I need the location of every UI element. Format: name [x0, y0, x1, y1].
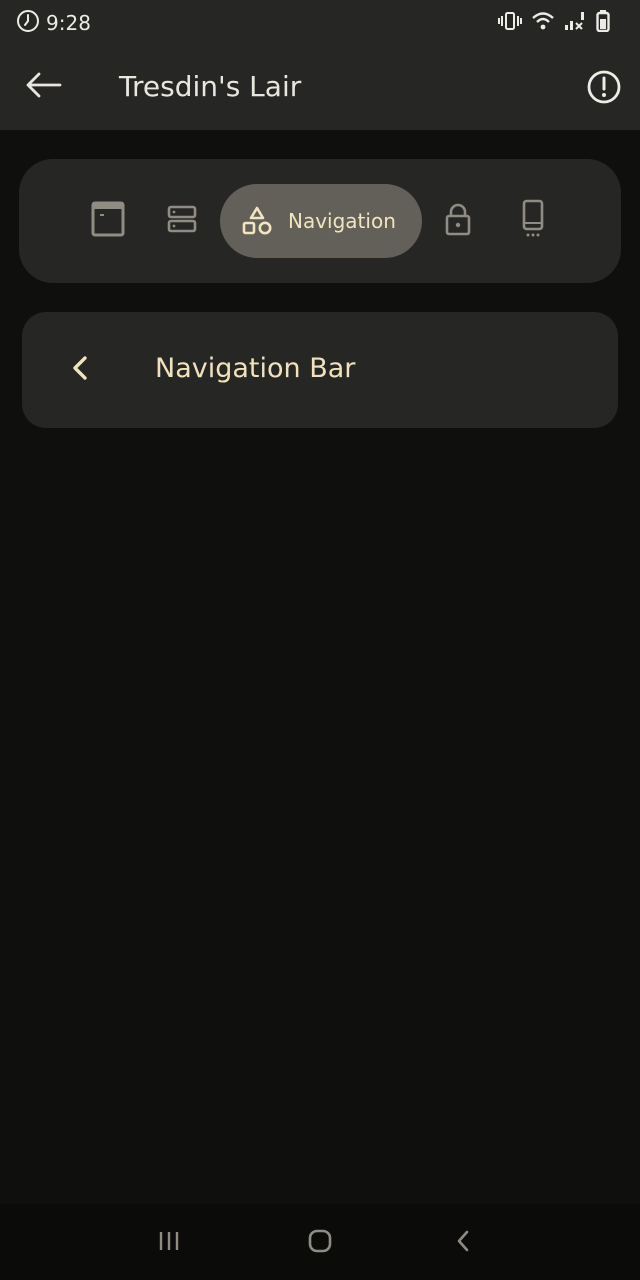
- chevron-left-icon: [70, 354, 90, 386]
- tab-selector: Navigation: [19, 159, 621, 283]
- status-right: [498, 10, 610, 36]
- tab-server[interactable]: [162, 201, 202, 241]
- back-button[interactable]: [20, 66, 68, 108]
- home-button[interactable]: [300, 1228, 340, 1258]
- tab-navigation-label: Navigation: [288, 209, 396, 233]
- tab-window[interactable]: [88, 201, 128, 241]
- vibrate-icon: [498, 10, 522, 36]
- wifi-icon: [532, 11, 554, 35]
- status-left: 9:28: [16, 9, 91, 37]
- lock-icon: [443, 202, 473, 240]
- home-icon: [308, 1229, 332, 1257]
- info-button[interactable]: [586, 69, 622, 105]
- tab-phone[interactable]: [513, 199, 553, 243]
- info-circle-icon: [586, 70, 622, 109]
- window-icon: [91, 201, 125, 241]
- phone-icon: [520, 199, 546, 243]
- signal-icon: [564, 11, 586, 35]
- arrow-left-icon: [26, 72, 62, 102]
- status-bar: 9:28: [0, 0, 640, 44]
- tab-navigation[interactable]: Navigation: [220, 184, 422, 258]
- back-chevron-button[interactable]: [66, 354, 94, 386]
- system-back-button[interactable]: [443, 1228, 483, 1258]
- system-navigation-bar: [0, 1204, 640, 1280]
- app-bar: Tresdin's Lair: [0, 44, 640, 130]
- navigation-bar-item[interactable]: Navigation Bar: [22, 312, 618, 428]
- tab-lock[interactable]: [438, 201, 478, 241]
- system-back-icon: [455, 1229, 471, 1257]
- status-time: 9:28: [46, 11, 91, 35]
- alarm-icon: [16, 9, 40, 37]
- shapes-icon: [240, 204, 274, 238]
- recent-apps-button[interactable]: [149, 1228, 189, 1258]
- recent-apps-icon: [157, 1230, 181, 1256]
- navigation-bar-label: Navigation Bar: [155, 353, 356, 384]
- battery-icon: [596, 10, 610, 36]
- page-title: Tresdin's Lair: [119, 70, 302, 103]
- server-icon: [167, 204, 197, 238]
